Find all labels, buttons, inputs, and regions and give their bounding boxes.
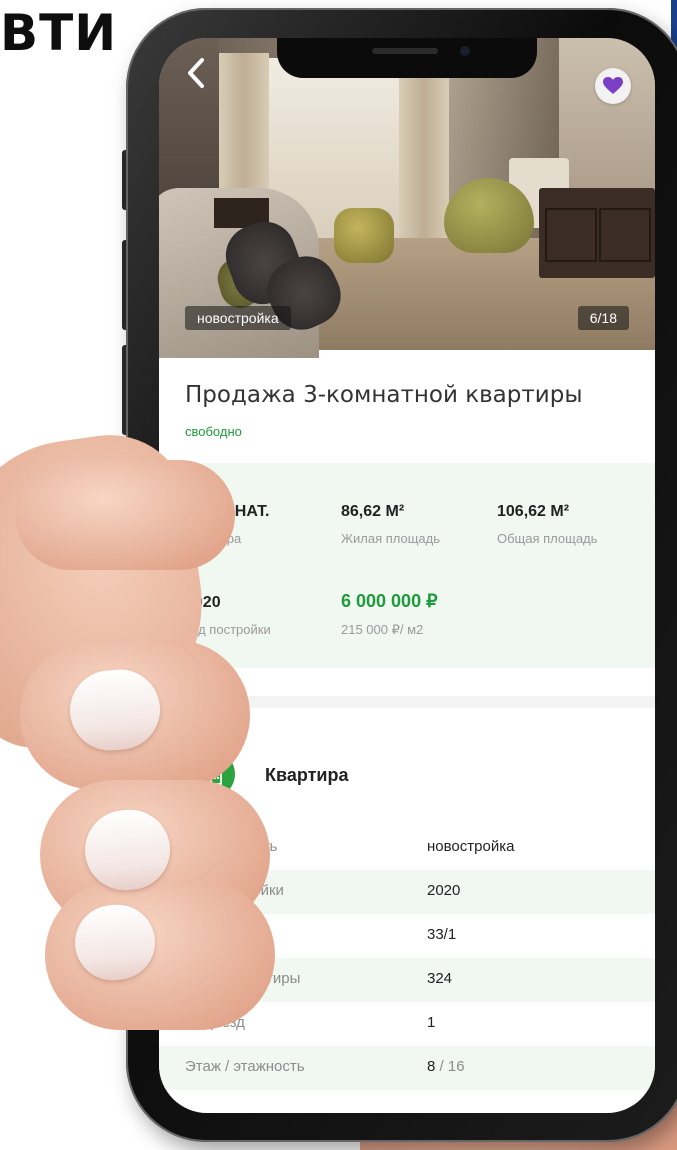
photo-drawer	[545, 208, 597, 262]
property-value: 8 / 16	[427, 1058, 465, 1075]
heart-icon	[603, 77, 623, 94]
chevron-left-icon	[188, 58, 204, 88]
floor-total: 16	[447, 1058, 465, 1075]
stat-label: Общая площадь	[497, 531, 598, 546]
speaker-grille	[372, 48, 438, 54]
property-value: 1	[427, 1014, 436, 1031]
property-type-badge: новостройка	[185, 306, 291, 330]
stat-total-area: 106,62 М² Общая площадь	[497, 503, 597, 546]
property-value: 2020	[427, 882, 461, 899]
listing-title: Продажа 3-комнатной квартиры	[185, 382, 583, 408]
photo-tv-stand	[539, 188, 655, 278]
stats-panel: 3-КОМНАТ. Квартира 86,62 М² Жилая площад…	[159, 463, 655, 668]
listing-photo[interactable]	[159, 38, 655, 358]
section-title: Квартира	[265, 765, 349, 785]
status-badge: свободно	[185, 424, 242, 439]
property-value: 33/1	[427, 926, 457, 943]
front-camera	[460, 46, 470, 56]
property-key: Этаж / этажность	[185, 1058, 305, 1075]
price-per-m2: 215 000 ₽/ м2	[341, 622, 424, 637]
photo-drawer	[599, 208, 651, 262]
floor-separator: /	[435, 1058, 448, 1075]
page-heading-fragment: ВТИ	[0, 4, 118, 62]
favorite-button[interactable]	[595, 68, 631, 104]
hand-finger	[15, 460, 235, 570]
photo-counter: 6/18	[577, 306, 629, 330]
stat-living-area: 86,62 М² Жилая площадь	[341, 503, 440, 546]
property-row: Этаж / этажность 8 / 16	[159, 1046, 655, 1090]
photo-curtain-right	[399, 53, 449, 263]
back-button[interactable]	[179, 56, 215, 92]
property-value: 324	[427, 970, 453, 987]
stat-price: 6 000 000 ₽ 215 000 ₽/ м2	[341, 591, 438, 638]
stat-value: 106,62 М²	[497, 503, 570, 520]
price-value: 6 000 000 ₽	[341, 591, 438, 611]
phone-notch	[277, 38, 537, 78]
stat-label: Жилая площадь	[341, 531, 441, 546]
stat-value: 86,62 М²	[341, 503, 405, 520]
property-value: новостройка	[427, 838, 515, 855]
photo-pouf	[334, 208, 394, 263]
